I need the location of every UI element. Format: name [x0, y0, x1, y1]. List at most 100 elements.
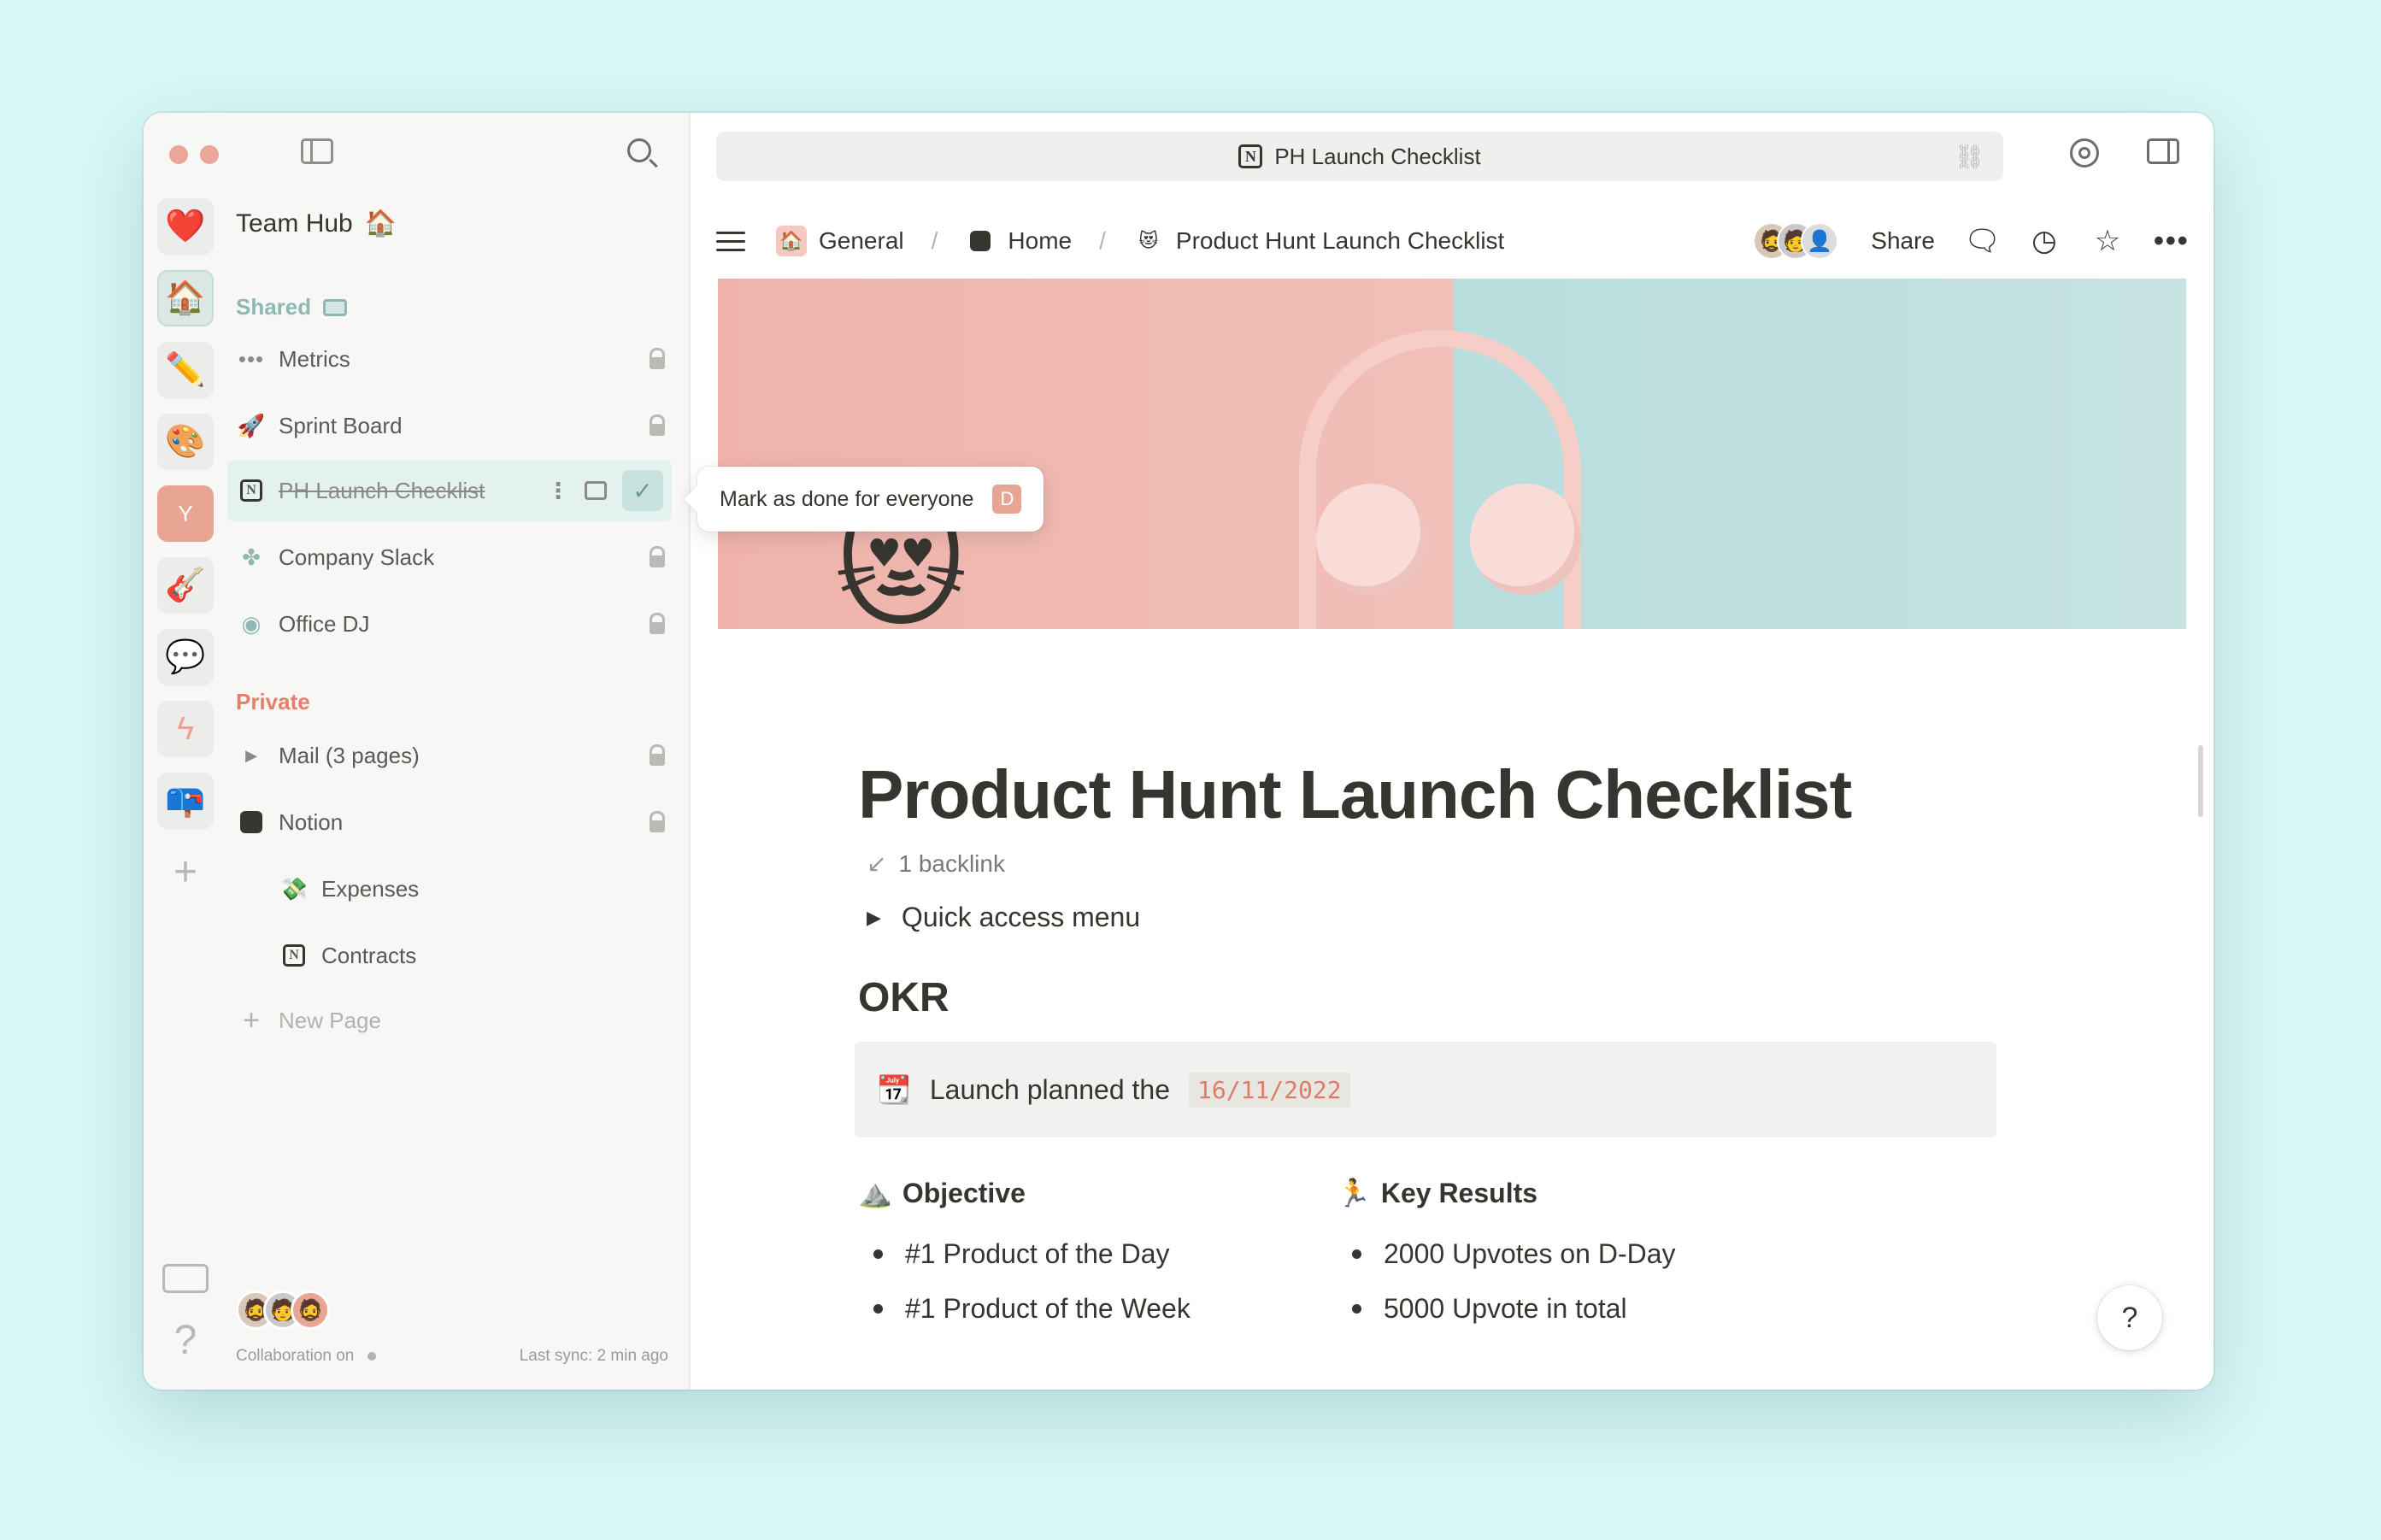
- okr-heading[interactable]: OKR: [858, 974, 2003, 1021]
- sidebar-item-company-slack[interactable]: ✤ Company Slack: [219, 526, 689, 588]
- backlink[interactable]: ↙ 1 backlink: [867, 849, 2003, 878]
- speech-bubble-icon[interactable]: 💬: [157, 629, 214, 685]
- breadcrumb-general[interactable]: General: [819, 227, 904, 255]
- shared-folder-icon: [323, 298, 348, 316]
- lightning-icon[interactable]: ϟ: [157, 701, 214, 757]
- more-vertical-icon[interactable]: ⋮: [547, 478, 569, 504]
- menu-icon[interactable]: [716, 231, 745, 251]
- sidebar-item-mail[interactable]: ▶ Mail (3 pages): [219, 725, 689, 786]
- key-results-column: 🏃 Key Results 2000 Upvotes on D-Day 5000…: [1337, 1177, 1815, 1336]
- workspace-emoji: 🏠: [364, 209, 397, 238]
- notion-icon: N: [279, 944, 309, 967]
- page-viewers[interactable]: 🧔 🧑 👤: [1753, 222, 1839, 260]
- page-actions: 🧔 🧑 👤 Share 🗨 ◷ ☆ •••: [1753, 222, 2188, 260]
- breadcrumb-current[interactable]: Product Hunt Launch Checklist: [1176, 227, 1504, 255]
- house-icon[interactable]: 🏠: [157, 270, 214, 326]
- focus-mode-icon[interactable]: [2070, 138, 2099, 168]
- help-icon[interactable]: ?: [174, 1317, 197, 1364]
- search-icon[interactable]: [627, 138, 651, 162]
- item-actions: ⋮ ✓: [547, 470, 663, 511]
- cat-icon: 😻: [1138, 230, 1159, 251]
- breadcrumb-separator: /: [931, 227, 938, 254]
- new-page-label: New Page: [279, 1007, 381, 1033]
- page-title[interactable]: Product Hunt Launch Checklist: [858, 755, 2003, 834]
- notion-icon: N: [1238, 144, 1263, 168]
- sidebar-item-notion[interactable]: Notion: [219, 791, 689, 853]
- address-title: PH Launch Checklist: [1274, 143, 1481, 169]
- list-item[interactable]: 5000 Upvote in total: [1337, 1281, 1815, 1336]
- toggle-triangle-icon[interactable]: ▶: [867, 907, 881, 929]
- sidebar-item-ph-launch-checklist[interactable]: N PH Launch Checklist ⋮ ✓: [227, 460, 672, 521]
- help-button[interactable]: ?: [2097, 1285, 2162, 1350]
- calendar-icon: 📆: [877, 1074, 911, 1105]
- link-icon[interactable]: ⛓: [1954, 143, 1984, 171]
- sidebar-item-label: Mail (3 pages): [279, 742, 420, 768]
- workspace-name: Team Hub: [236, 209, 353, 238]
- shared-section-label[interactable]: Shared: [236, 294, 348, 320]
- private-section-label[interactable]: Private: [236, 689, 310, 715]
- y-badge-icon[interactable]: Y: [157, 485, 214, 542]
- sidebar-item-label: Company Slack: [279, 544, 435, 570]
- toggle-right-panel-icon[interactable]: [2147, 138, 2179, 164]
- sidebar-footer: 🧔 🧑 🧔 Collaboration on Last sync: 2 min …: [236, 1290, 668, 1366]
- mailbox-icon[interactable]: 📪: [157, 773, 214, 829]
- pencil-icon[interactable]: ✏️: [157, 342, 214, 398]
- objective-heading-text: Objective: [902, 1177, 1026, 1208]
- key-results-heading-text: Key Results: [1380, 1177, 1538, 1208]
- workspace-title[interactable]: Team Hub 🏠: [236, 209, 397, 238]
- collaboration-status: Collaboration on: [236, 1347, 377, 1366]
- sync-status-row: Collaboration on Last sync: 2 min ago: [236, 1347, 668, 1366]
- window-toolbar: [2070, 138, 2179, 168]
- tooltip-text: Mark as done for everyone: [720, 486, 974, 511]
- lock-icon: [650, 546, 665, 567]
- guitar-icon[interactable]: 🎸: [157, 557, 214, 614]
- palette-icon[interactable]: 🎨: [157, 414, 214, 470]
- objective-heading[interactable]: ⛰️ Objective: [858, 1177, 1337, 1209]
- runner-icon: 🏃: [1337, 1178, 1371, 1208]
- lock-icon: [650, 811, 665, 832]
- share-button[interactable]: Share: [1871, 227, 1935, 255]
- breadcrumb-home[interactable]: Home: [1008, 227, 1072, 255]
- sidebar-item-label: Office DJ: [279, 610, 370, 637]
- chevron-right-icon[interactable]: ▶: [236, 747, 267, 765]
- heart-icon[interactable]: ❤️: [157, 198, 214, 255]
- sidebar-item-metrics[interactable]: ••• Metrics: [219, 328, 689, 390]
- objective-list: #1 Product of the Day #1 Product of the …: [858, 1226, 1337, 1336]
- list-item[interactable]: #1 Product of the Day: [858, 1226, 1337, 1281]
- add-workspace-icon[interactable]: +: [157, 844, 214, 901]
- sidebar-item-office-dj[interactable]: ◉ Office DJ: [219, 593, 689, 655]
- keyboard-icon[interactable]: [162, 1264, 209, 1293]
- lock-icon: [650, 348, 665, 369]
- key-results-heading[interactable]: 🏃 Key Results: [1337, 1177, 1815, 1209]
- launch-date-callout[interactable]: 📆 Launch planned the 16/11/2022: [855, 1042, 1996, 1137]
- main-content: N PH Launch Checklist ⛓ 🏠 General / Home…: [691, 113, 2213, 1390]
- scrollbar[interactable]: [2198, 745, 2203, 817]
- sidebar-item-expenses[interactable]: 💸 Expenses: [219, 858, 689, 920]
- star-icon[interactable]: ☆: [2090, 224, 2125, 258]
- list-item[interactable]: 2000 Upvotes on D-Day: [1337, 1226, 1815, 1281]
- quick-access-toggle[interactable]: ▶ Quick access menu: [867, 902, 2003, 933]
- sidebar-item-sprint-board[interactable]: 🚀 Sprint Board: [219, 395, 689, 456]
- spotify-icon: ◉: [241, 610, 262, 637]
- toggle-sidebar-icon[interactable]: [301, 138, 333, 164]
- sidebar-item-label: Expenses: [321, 875, 420, 902]
- comments-icon[interactable]: 🗨: [1964, 224, 2001, 258]
- page-topbar: 🏠 General / Home / 😻 Product Hunt Launch…: [716, 215, 2188, 267]
- launch-date: 16/11/2022: [1188, 1072, 1350, 1108]
- unlock-icon[interactable]: [585, 481, 607, 500]
- headphone-cup-right: [1470, 484, 1581, 595]
- list-item[interactable]: #1 Product of the Week: [858, 1281, 1337, 1336]
- clock-icon[interactable]: ◷: [2027, 224, 2061, 258]
- address-bar[interactable]: N PH Launch Checklist ⛓: [716, 132, 2003, 181]
- sidebar-item-label: Sprint Board: [279, 412, 403, 438]
- mark-done-button[interactable]: ✓: [622, 470, 663, 511]
- new-page-button[interactable]: + New Page: [219, 990, 689, 1051]
- shared-label-text: Shared: [236, 294, 312, 320]
- sidebar-item-contracts[interactable]: N Contracts: [219, 925, 689, 986]
- minimize-window-button[interactable]: [200, 145, 219, 164]
- more-horizontal-icon[interactable]: •••: [2154, 225, 2188, 258]
- close-window-button[interactable]: [169, 145, 188, 164]
- notion-dark-icon: [236, 811, 267, 833]
- collaborator-avatars[interactable]: 🧔 🧑 🧔: [236, 1290, 668, 1330]
- lock-icon: [650, 744, 665, 766]
